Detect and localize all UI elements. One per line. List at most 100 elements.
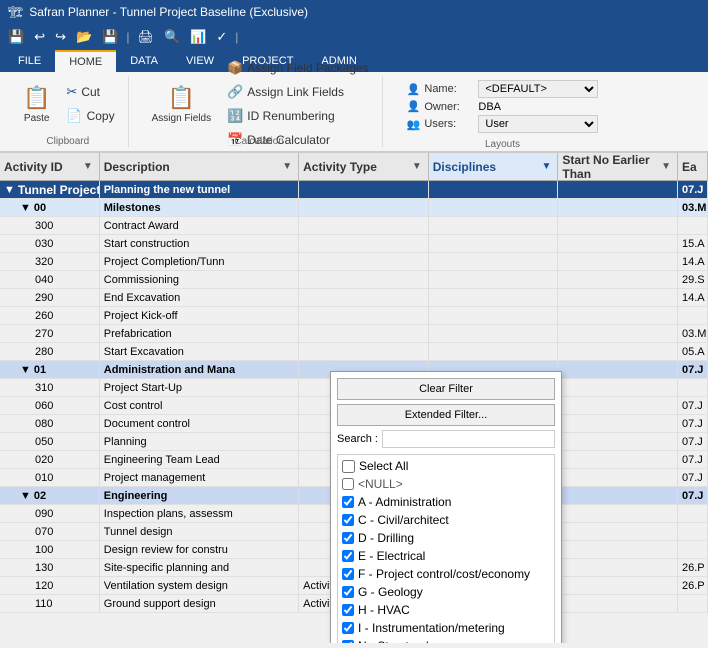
- item-e-checkbox[interactable]: [342, 550, 354, 562]
- list-item[interactable]: C - Civil/architect: [340, 511, 552, 529]
- cell-activity-type: [299, 199, 429, 216]
- cell-activity-id: 130: [0, 559, 100, 576]
- list-item[interactable]: F - Project control/cost/economy: [340, 565, 552, 583]
- ribbon-clipboard-content: 📋 Paste ✂ Cut 📄 Copy: [16, 76, 120, 134]
- list-item[interactable]: N - Structural: [340, 637, 552, 643]
- expand-icon[interactable]: ▼: [20, 202, 31, 214]
- list-item[interactable]: H - HVAC: [340, 601, 552, 619]
- cell-activity-id: 120: [0, 577, 100, 594]
- cell-description: Administration and Mana: [100, 361, 299, 378]
- assign-link-fields-label: Assign Link Fields: [247, 85, 344, 99]
- col-filter-disciplines[interactable]: ▼: [539, 161, 553, 172]
- assign-fields-button[interactable]: 📋 Assign Fields: [145, 76, 218, 132]
- cell-activity-id: 280: [0, 343, 100, 360]
- cell-ea: 26.P: [678, 577, 708, 594]
- cell-description: Milestones: [100, 199, 299, 216]
- table-row[interactable]: 270 Prefabrication 03.M: [0, 325, 708, 343]
- ribbon: FILE HOME DATA VIEW PROJECT ADMIN 📋 Past…: [0, 50, 708, 153]
- item-d-checkbox[interactable]: [342, 532, 354, 544]
- col-header-activity-id[interactable]: Activity ID ▼: [0, 153, 100, 180]
- assign-link-fields-button[interactable]: 🔗 Assign Link Fields: [222, 81, 374, 103]
- qa-chart-btn[interactable]: 📊: [186, 27, 210, 47]
- list-item[interactable]: <NULL>: [340, 475, 552, 493]
- table-row[interactable]: 260 Project Kick-off: [0, 307, 708, 325]
- cell-start: [558, 307, 678, 324]
- paste-button[interactable]: 📋 Paste: [16, 76, 57, 132]
- qa-preview-btn[interactable]: 🔍: [160, 27, 184, 47]
- list-item[interactable]: I - Instrumentation/metering: [340, 619, 552, 637]
- col-filter-start[interactable]: ▼: [659, 161, 673, 172]
- assign-field-packages-label: Assign Field Packages: [247, 61, 368, 75]
- item-e-label: E - Electrical: [358, 549, 425, 563]
- qa-undo-btn[interactable]: ↩: [30, 27, 49, 47]
- table-row[interactable]: ▼ Tunnel Project Baseline Planning the n…: [0, 181, 708, 199]
- list-item[interactable]: E - Electrical: [340, 547, 552, 565]
- assign-field-packages-button[interactable]: 📦 Assign Field Packages: [222, 57, 374, 79]
- list-item[interactable]: G - Geology: [340, 583, 552, 601]
- qa-redo-btn[interactable]: ↪: [51, 27, 70, 47]
- cell-disciplines: [429, 343, 559, 360]
- list-item[interactable]: D - Drilling: [340, 529, 552, 547]
- col-header-start[interactable]: Start No Earlier Than ▼: [558, 153, 678, 180]
- col-filter-activity-id[interactable]: ▼: [81, 161, 95, 172]
- item-g-checkbox[interactable]: [342, 586, 354, 598]
- col-header-ea[interactable]: Ea: [678, 153, 708, 180]
- app-icon: 🏗: [8, 5, 23, 19]
- cell-activity-id: 050: [0, 433, 100, 450]
- col-header-description[interactable]: Description ▼: [100, 153, 299, 180]
- col-filter-description[interactable]: ▼: [280, 161, 294, 172]
- extended-filter-button[interactable]: Extended Filter...: [337, 404, 555, 426]
- name-label: Name:: [424, 83, 474, 95]
- qa-print-btn[interactable]: 🖨: [134, 27, 159, 47]
- tab-file[interactable]: FILE: [4, 50, 55, 72]
- item-f-checkbox[interactable]: [342, 568, 354, 580]
- table-row[interactable]: ▼00 Milestones 03.M: [0, 199, 708, 217]
- item-h-checkbox[interactable]: [342, 604, 354, 616]
- table-row[interactable]: 040 Commissioning 29.S: [0, 271, 708, 289]
- tab-view[interactable]: VIEW: [172, 50, 228, 72]
- table-row[interactable]: 280 Start Excavation 05.A: [0, 343, 708, 361]
- item-i-checkbox[interactable]: [342, 622, 354, 634]
- col-header-disciplines[interactable]: Disciplines ▼: [429, 153, 559, 180]
- clear-filter-button[interactable]: Clear Filter: [337, 378, 555, 400]
- table-row[interactable]: 290 End Excavation 14.A: [0, 289, 708, 307]
- qa-save2-btn[interactable]: 💾: [98, 27, 122, 47]
- expand-icon[interactable]: ▼: [20, 490, 31, 502]
- expand-icon[interactable]: ▼: [20, 364, 31, 376]
- item-null-checkbox[interactable]: [342, 478, 354, 490]
- table-row[interactable]: 320 Project Completion/Tunn 14.A: [0, 253, 708, 271]
- list-item[interactable]: A - Administration: [340, 493, 552, 511]
- cell-activity-type: [299, 235, 429, 252]
- cut-icon: ✂: [66, 84, 77, 100]
- cell-activity-id: 300: [0, 217, 100, 234]
- filter-search-input[interactable]: [382, 430, 555, 448]
- tab-home[interactable]: HOME: [55, 50, 116, 72]
- item-g-label: G - Geology: [358, 585, 423, 599]
- cell-ea: 26.P: [678, 559, 708, 576]
- col-filter-activity-type[interactable]: ▼: [410, 161, 424, 172]
- item-n-checkbox[interactable]: [342, 640, 354, 643]
- cell-disciplines: [429, 199, 559, 216]
- qa-check-btn[interactable]: ✓: [212, 27, 231, 47]
- expand-icon[interactable]: ▼: [4, 184, 15, 196]
- cut-button[interactable]: ✂ Cut: [61, 81, 119, 103]
- item-c-checkbox[interactable]: [342, 514, 354, 526]
- cell-ea: 07.J: [678, 487, 708, 504]
- tab-data[interactable]: DATA: [116, 50, 172, 72]
- item-a-checkbox[interactable]: [342, 496, 354, 508]
- cell-ea: 07.J: [678, 397, 708, 414]
- table-row[interactable]: 300 Contract Award: [0, 217, 708, 235]
- select-all-checkbox[interactable]: [342, 460, 355, 473]
- cell-description: Project Start-Up: [100, 379, 299, 396]
- table-row[interactable]: 030 Start construction 15.A: [0, 235, 708, 253]
- copy-button[interactable]: 📄 Copy: [61, 105, 119, 127]
- layout-name-row: 👤 Name: <DEFAULT>: [407, 80, 599, 98]
- cell-disciplines: [429, 307, 559, 324]
- qa-save-btn[interactable]: 💾: [4, 27, 28, 47]
- col-header-activity-type[interactable]: Activity Type ▼: [299, 153, 429, 180]
- cell-ea: 05.A: [678, 343, 708, 360]
- id-renumbering-button[interactable]: 🔢 ID Renumbering: [222, 105, 374, 127]
- layout-users-select[interactable]: User: [478, 115, 598, 133]
- qa-open-btn[interactable]: 📂: [72, 27, 96, 47]
- layout-name-select[interactable]: <DEFAULT>: [478, 80, 598, 98]
